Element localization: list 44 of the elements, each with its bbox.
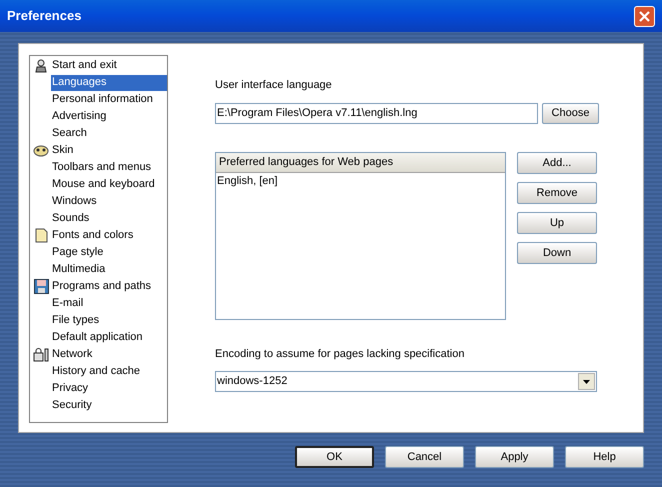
tree-item[interactable]: Skin xyxy=(51,142,167,158)
person-icon xyxy=(34,58,48,72)
dialog-button[interactable]: Help xyxy=(565,446,644,468)
tree-item[interactable]: Default application xyxy=(51,330,167,346)
tree-item[interactable]: History and cache xyxy=(51,364,167,380)
encoding-dropdown[interactable]: windows-1252 xyxy=(215,371,597,392)
tree-item[interactable]: Network xyxy=(51,346,167,362)
dialog-button[interactable]: Apply xyxy=(475,446,554,468)
tree-item[interactable]: Mouse and keyboard xyxy=(51,176,167,192)
choose-button[interactable]: Choose xyxy=(542,103,599,124)
list-action-button[interactable]: Down xyxy=(517,242,597,264)
languages-list[interactable]: Preferred languages for Web pages English, [en] xyxy=(215,152,506,320)
tree-item[interactable]: File types xyxy=(51,312,167,328)
dialog-button[interactable]: Cancel xyxy=(385,446,464,468)
field-label: Encoding to assume for pages lacking specification xyxy=(215,347,466,360)
mask-icon xyxy=(33,144,49,156)
close-icon xyxy=(639,10,650,22)
tree-item[interactable]: Programs and paths xyxy=(51,278,167,294)
close-button[interactable] xyxy=(634,6,655,26)
window-title: Preferences xyxy=(7,7,82,26)
tree-item[interactable]: Personal information xyxy=(51,92,167,108)
tree-item[interactable]: Start and exit xyxy=(51,58,167,74)
tree-item[interactable]: Search xyxy=(51,126,167,142)
document-icon xyxy=(34,228,48,243)
tree-item[interactable]: Toolbars and menus xyxy=(51,160,167,176)
padlock-icon xyxy=(33,348,49,362)
tree-item[interactable]: Windows xyxy=(51,194,167,210)
tree-item[interactable]: Languages xyxy=(51,74,167,90)
field-label: User interface language xyxy=(215,78,333,91)
list-action-button[interactable]: Add... xyxy=(517,152,597,174)
column-header[interactable]: Preferred languages for Web pages xyxy=(216,153,505,173)
tree-item[interactable]: E-mail xyxy=(51,296,167,312)
tree-item[interactable]: Security xyxy=(51,398,167,414)
dialog-button[interactable]: OK xyxy=(295,446,374,468)
list-action-button[interactable]: Remove xyxy=(517,182,597,204)
tree-item[interactable]: Sounds xyxy=(51,210,167,226)
list-action-button[interactable]: Up xyxy=(517,212,597,234)
tree-item[interactable]: Fonts and colors xyxy=(51,228,167,244)
tree-item[interactable]: Advertising xyxy=(51,108,167,124)
tree-item[interactable]: Multimedia xyxy=(51,262,167,278)
path-field[interactable]: E:\Program Files\Opera v7.11\english.lng xyxy=(215,103,538,124)
tree-item[interactable]: Privacy xyxy=(51,380,167,396)
tree-item[interactable]: Page style xyxy=(51,244,167,260)
list-row[interactable]: English, [en] xyxy=(216,173,505,190)
